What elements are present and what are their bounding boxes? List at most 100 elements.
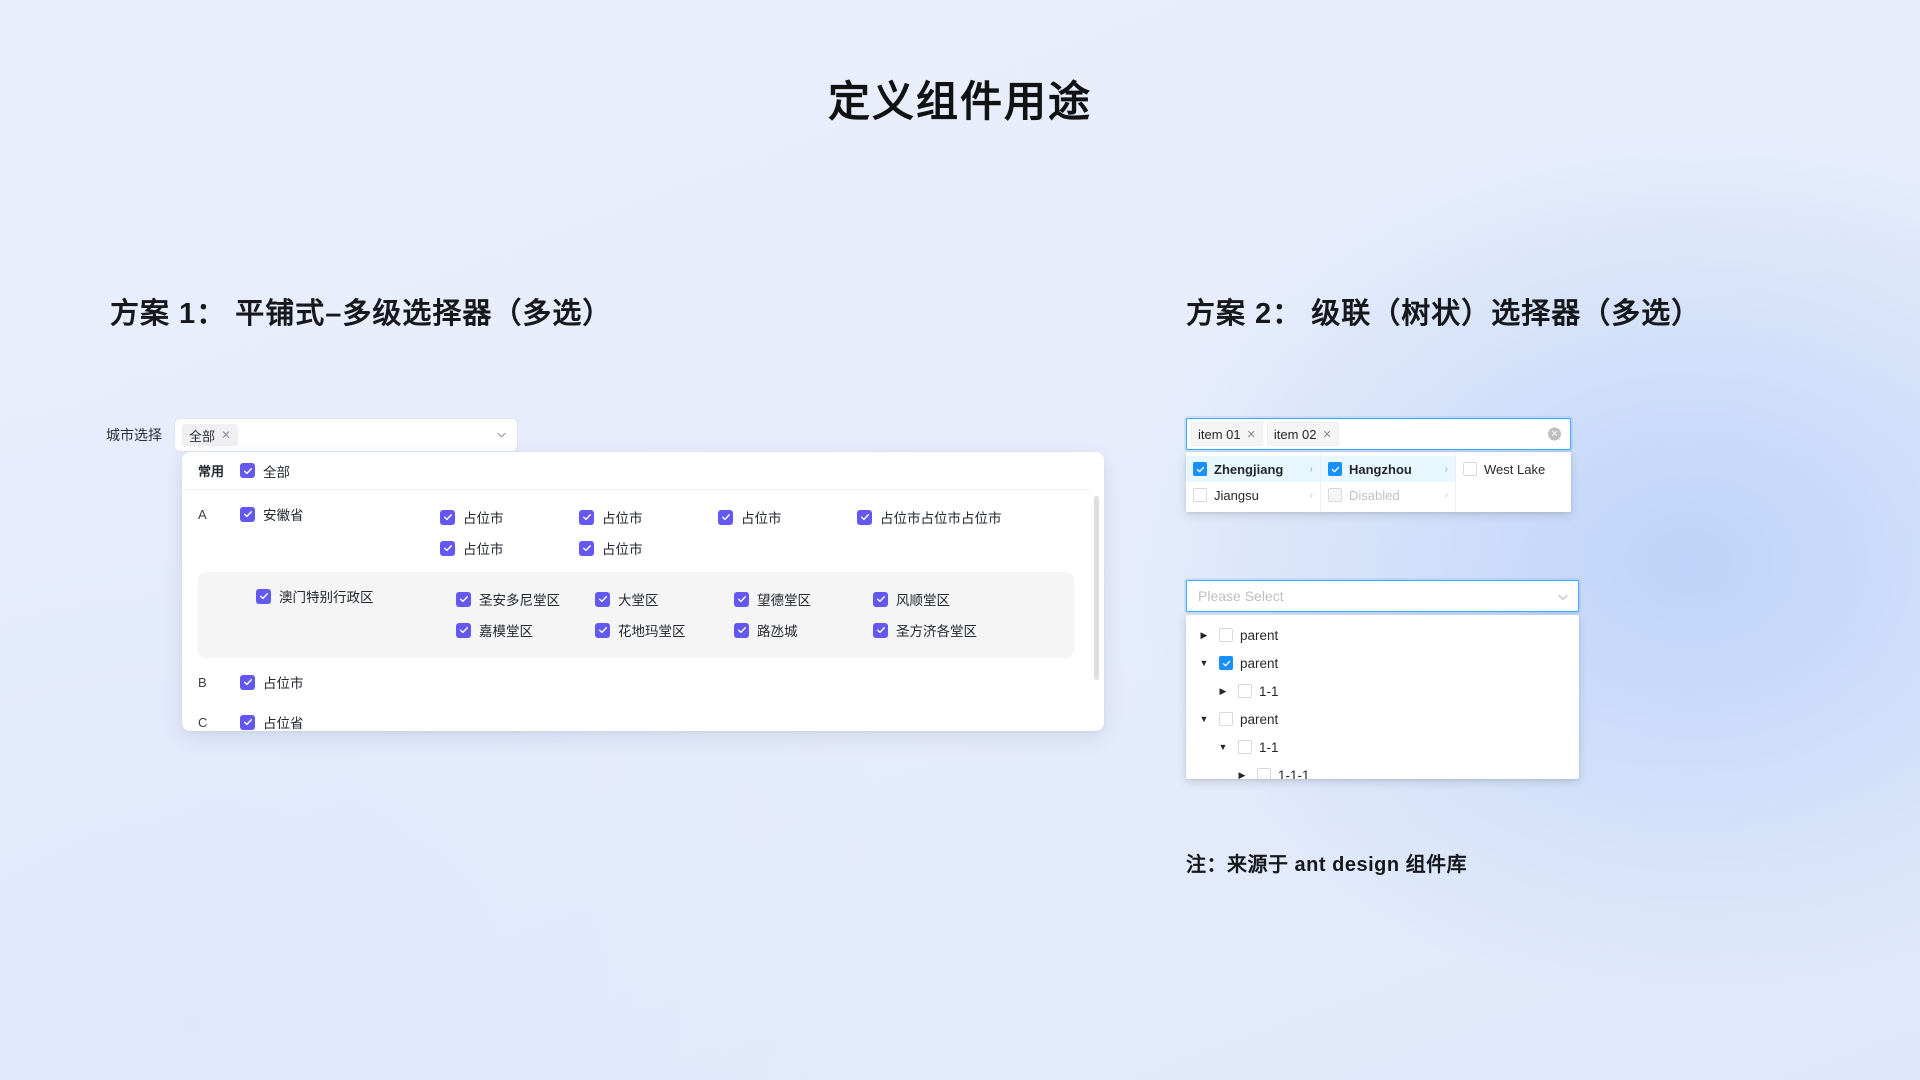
cascader-option[interactable]: Jiangsu › xyxy=(1186,482,1320,508)
caret-right-icon[interactable]: ▶ xyxy=(1215,686,1231,697)
city-checkbox[interactable]: 大堂区 xyxy=(595,589,659,609)
city-checkbox[interactable]: 占位市 xyxy=(440,507,504,527)
tree-node[interactable]: ▶ 1-1-1 xyxy=(1186,761,1579,779)
tree-node[interactable]: ▶ 1-1 xyxy=(1186,677,1579,705)
city-checkbox[interactable]: 花地玛堂区 xyxy=(595,620,686,640)
city-checkbox[interactable]: 圣安多尼堂区 xyxy=(456,589,560,609)
checkbox-checked[interactable] xyxy=(579,509,594,525)
cascader-option[interactable]: West Lake xyxy=(1456,456,1571,482)
chevron-right-icon: › xyxy=(1444,489,1448,501)
checkbox-checked[interactable] xyxy=(595,622,610,638)
checkbox-label: 占位市 xyxy=(263,676,304,691)
cascader-option[interactable]: Hangzhou › xyxy=(1321,456,1455,482)
group-letter: C xyxy=(198,715,208,730)
city-checkbox[interactable]: 占位市 xyxy=(440,538,504,558)
cascader-tag-close-icon[interactable]: ✕ xyxy=(1247,428,1256,441)
city-checkbox[interactable]: 风顺堂区 xyxy=(873,589,950,609)
caret-down-icon[interactable]: ▼ xyxy=(1215,742,1231,752)
checkbox-checked[interactable] xyxy=(240,674,255,690)
checkbox-checked[interactable] xyxy=(734,622,749,638)
checkbox-checked[interactable] xyxy=(579,540,594,556)
chevron-down-icon[interactable] xyxy=(496,430,507,441)
checkbox-checked[interactable] xyxy=(1328,462,1342,476)
checkbox-unchecked[interactable] xyxy=(1219,628,1233,642)
city-item: 占位市 xyxy=(579,535,718,566)
checkbox-unchecked[interactable] xyxy=(1238,740,1252,754)
cascader-input[interactable]: item 01 ✕ item 02 ✕ ✕ xyxy=(1186,418,1571,450)
cascader-tag-close-icon[interactable]: ✕ xyxy=(1323,428,1332,441)
clear-all-icon[interactable]: ✕ xyxy=(1548,427,1561,441)
city-checkbox[interactable]: 占位市 xyxy=(579,538,643,558)
checkbox-unchecked[interactable] xyxy=(1463,462,1477,476)
tree-select-placeholder: Please Select xyxy=(1198,588,1284,604)
tree-node-label: 1-1-1 xyxy=(1278,767,1310,780)
province-cell: 澳门特别行政区 xyxy=(256,578,456,606)
caret-down-icon[interactable]: ▼ xyxy=(1196,714,1212,724)
checkbox-checked[interactable] xyxy=(456,591,471,607)
city-checkbox[interactable]: 占位市 xyxy=(718,507,782,527)
checkbox-checked[interactable] xyxy=(734,591,749,607)
city-select-input[interactable]: 全部 ✕ xyxy=(174,418,518,452)
checkbox-unchecked[interactable] xyxy=(1257,768,1271,779)
selected-tag-all[interactable]: 全部 ✕ xyxy=(182,424,239,446)
city-item: 占位市 xyxy=(440,504,579,535)
province-checkbox[interactable]: 澳门特别行政区 xyxy=(256,586,374,606)
tree-node[interactable]: ▼ parent xyxy=(1186,705,1579,733)
cascader-column: Zhengjiang › Jiangsu › xyxy=(1186,452,1321,512)
tag-remove-icon[interactable]: ✕ xyxy=(221,429,231,441)
checkbox-unchecked[interactable] xyxy=(1219,712,1233,726)
checkbox-checked[interactable] xyxy=(873,591,888,607)
city-checkbox[interactable]: 圣方济各堂区 xyxy=(873,620,977,640)
checkbox-checked[interactable] xyxy=(456,622,471,638)
section-heading-right: 方案 2： 级联（树状）选择器（多选） xyxy=(1186,298,1702,330)
checkbox-checked[interactable] xyxy=(256,588,271,604)
tree-select-input[interactable]: Please Select xyxy=(1186,580,1579,612)
cascader-demo: item 01 ✕ item 02 ✕ ✕ Zhengjiang › Jiangsu… xyxy=(1186,418,1579,779)
checkbox-checked[interactable] xyxy=(873,622,888,638)
checkbox-checked[interactable] xyxy=(1193,462,1207,476)
selected-tag-label: 全部 xyxy=(189,428,216,444)
checkbox-checked[interactable] xyxy=(595,591,610,607)
caret-right-icon[interactable]: ▶ xyxy=(1234,770,1250,780)
province-group-row: A 安徽省 占位市 占位市 占位市 占位市占位市占位市 占位市 占位市 xyxy=(182,490,1090,572)
cascader-menus: Zhengjiang › Jiangsu › Hangzhou › Disabled › Wes… xyxy=(1186,452,1571,512)
tree-select-panel[interactable]: ▶ parent ▼ parent ▶ 1-1 ▼ parent ▼ 1-1 ▶ 1-1-1 xyxy=(1186,615,1579,779)
dropdown-scrollbar[interactable] xyxy=(1094,496,1099,680)
tree-node[interactable]: ▶ parent xyxy=(1186,621,1579,649)
cascader-option-label: Disabled xyxy=(1349,487,1400,503)
city-checkbox[interactable]: 望德堂区 xyxy=(734,589,811,609)
chevron-right-icon: › xyxy=(1309,463,1313,475)
cascader-column: West Lake xyxy=(1456,452,1571,512)
chevron-down-icon[interactable] xyxy=(1557,590,1569,602)
checkbox-checked[interactable] xyxy=(718,509,733,525)
city-checkbox[interactable]: 占位市 xyxy=(579,507,643,527)
province-checkbox[interactable]: 占位市 xyxy=(240,672,304,692)
checkbox-label: 大堂区 xyxy=(618,593,659,608)
city-checkbox[interactable]: 路氹城 xyxy=(734,620,798,640)
checkbox-checked[interactable] xyxy=(857,509,872,525)
cascader-option[interactable]: Zhengjiang › xyxy=(1186,456,1320,482)
city-checkbox[interactable]: 嘉模堂区 xyxy=(456,620,533,640)
city-dropdown-panel[interactable]: 常用 全部 A 安徽省 占位市 占位市 占位市 占位市占位市占位市 占位市 占位市 澳门特别行政区圣… xyxy=(182,452,1104,731)
province-checkbox[interactable]: 全部 xyxy=(240,461,290,481)
cascader-tag[interactable]: item 01 ✕ xyxy=(1191,422,1263,446)
checkbox-checked[interactable] xyxy=(240,714,255,730)
tree-node[interactable]: ▼ 1-1 xyxy=(1186,733,1579,761)
checkbox-unchecked[interactable] xyxy=(1193,488,1207,502)
checkbox-checked[interactable] xyxy=(240,463,255,478)
city-checkbox[interactable]: 占位市占位市占位市 xyxy=(857,507,1002,527)
province-checkbox[interactable]: 占位省 xyxy=(240,712,304,731)
tree-node[interactable]: ▼ parent xyxy=(1186,649,1579,677)
checkbox-checked[interactable] xyxy=(440,509,455,525)
checkbox-checked[interactable] xyxy=(240,506,255,522)
checkbox-checked[interactable] xyxy=(1219,656,1233,670)
caret-down-icon[interactable]: ▼ xyxy=(1196,658,1212,668)
checkbox-checked[interactable] xyxy=(440,540,455,556)
checkbox-unchecked[interactable] xyxy=(1238,684,1252,698)
province-checkbox[interactable]: 安徽省 xyxy=(240,504,304,524)
city-select-field: 城市选择 全部 ✕ xyxy=(106,418,518,452)
city-select-label: 城市选择 xyxy=(106,427,162,443)
caret-right-icon[interactable]: ▶ xyxy=(1196,630,1212,641)
cascader-tag[interactable]: item 02 ✕ xyxy=(1266,422,1339,446)
cascader-option: Disabled › xyxy=(1321,482,1455,508)
